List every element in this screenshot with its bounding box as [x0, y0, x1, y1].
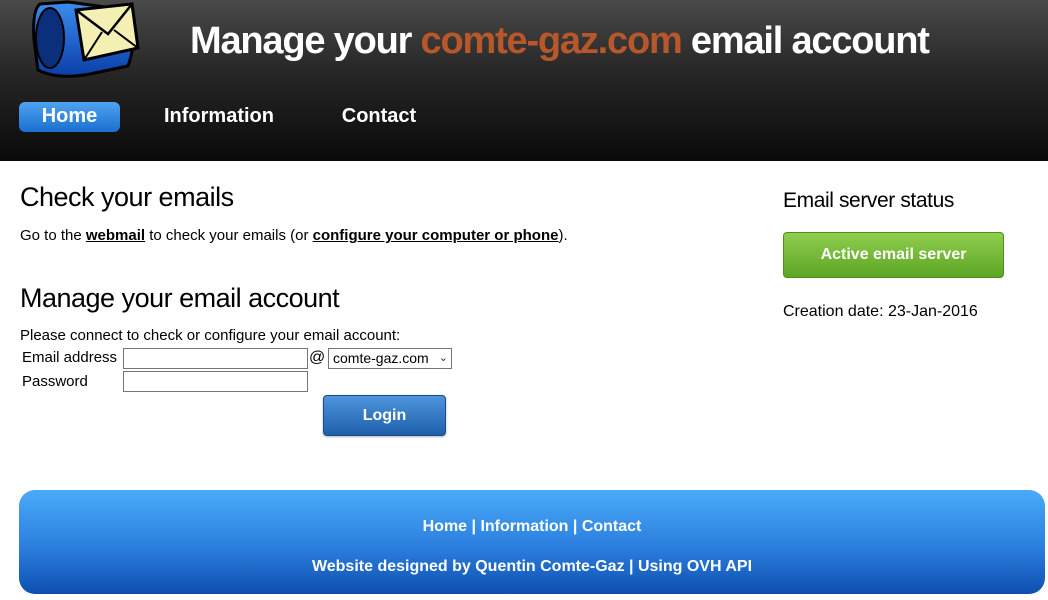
mailbox-envelope-icon[interactable] [28, 0, 140, 80]
main-nav: Home Information Contact [0, 102, 600, 132]
footer-link-home[interactable]: Home [423, 518, 467, 535]
webmail-link[interactable]: webmail [86, 227, 145, 244]
footer-author-link[interactable]: Website designed by Quentin Comte-Gaz [312, 558, 625, 575]
footer-separator: | [568, 518, 582, 535]
title-prefix: Manage your [190, 20, 421, 62]
footer-separator: | [624, 558, 638, 575]
email-address-input[interactable] [123, 348, 308, 369]
title-domain: comte-gaz.com [420, 20, 683, 62]
intro-text-middle: to check your emails (or [145, 227, 313, 244]
footer-api-link[interactable]: Using OVH API [638, 558, 752, 575]
site-header: Manage your comte-gaz.com email account … [0, 0, 1048, 161]
chevron-down-icon: ⌄ [438, 352, 448, 364]
password-input[interactable] [123, 371, 308, 392]
email-label: Email address [22, 349, 118, 366]
manage-account-title: Manage your email account [20, 283, 340, 313]
intro-text-after: ). [558, 227, 568, 244]
footer-link-contact[interactable]: Contact [582, 518, 642, 535]
footer-credit: Website designed by Quentin Comte-Gaz | … [19, 558, 1045, 576]
site-footer: Home | Information | Contact Website des… [19, 490, 1045, 594]
nav-item-contact[interactable]: Contact [338, 102, 420, 132]
check-emails-text: Go to the webmail to check your emails (… [20, 227, 720, 244]
page-title: Manage your comte-gaz.com email account [190, 20, 930, 63]
domain-select[interactable]: comte-gaz.com ⌄ [328, 348, 452, 369]
nav-item-information[interactable]: Information [160, 102, 278, 132]
login-instruction: Please connect to check or configure you… [20, 327, 401, 344]
check-emails-section: Check your emails Go to the webmail to c… [20, 182, 720, 244]
footer-separator: | [467, 518, 481, 535]
creation-date: Creation date: 23-Jan-2016 [783, 303, 978, 320]
at-sign: @ [309, 349, 326, 366]
check-emails-title: Check your emails [20, 182, 234, 212]
domain-select-value: comte-gaz.com [333, 350, 429, 366]
configure-device-link[interactable]: configure your computer or phone [313, 227, 559, 244]
nav-item-home[interactable]: Home [19, 102, 120, 132]
footer-link-information[interactable]: Information [480, 518, 568, 535]
password-label: Password [22, 373, 88, 390]
server-status-title: Email server status [783, 189, 954, 212]
footer-links: Home | Information | Contact [19, 518, 1045, 536]
login-button[interactable]: Login [323, 395, 446, 436]
active-server-button[interactable]: Active email server [783, 232, 1004, 278]
intro-text-before: Go to the [20, 227, 86, 244]
title-suffix: email account [681, 20, 930, 62]
